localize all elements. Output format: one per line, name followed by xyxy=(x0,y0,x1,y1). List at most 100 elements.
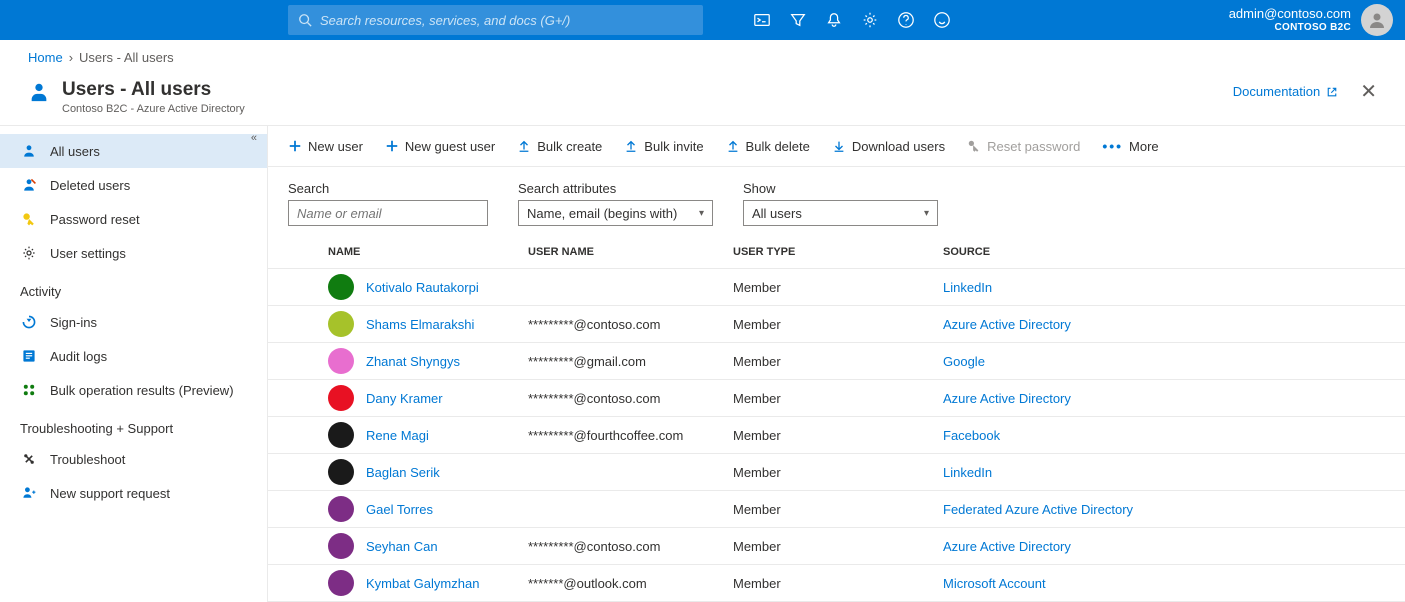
sidebar: « All users Deleted users Password reset… xyxy=(0,126,268,602)
table-row[interactable]: Zhanat Shyngys*********@gmail.comMemberG… xyxy=(268,343,1405,380)
source-link[interactable]: Azure Active Directory xyxy=(943,391,1071,406)
sidebar-item-label: Deleted users xyxy=(50,178,130,193)
account-email: admin@contoso.com xyxy=(1229,6,1351,22)
search-icon xyxy=(298,13,312,27)
search-input[interactable] xyxy=(288,200,488,226)
chevron-right-icon: › xyxy=(69,50,73,65)
user-name-link[interactable]: Rene Magi xyxy=(366,428,429,443)
sidebar-item-label: Sign-ins xyxy=(50,315,97,330)
user-avatar xyxy=(328,274,354,300)
user-name-link[interactable]: Shams Elmarakshi xyxy=(366,317,474,332)
usertype-text: Member xyxy=(733,391,781,406)
troubleshoot-icon xyxy=(21,451,37,467)
table-row[interactable]: Kotivalo Rautakorpi Member LinkedIn xyxy=(268,269,1405,306)
show-select[interactable]: All users ▾ xyxy=(743,200,938,226)
sidebar-item-label: Bulk operation results (Preview) xyxy=(50,383,234,398)
source-link[interactable]: LinkedIn xyxy=(943,280,992,295)
close-blade-button[interactable]: ✕ xyxy=(1360,79,1377,104)
source-link[interactable]: Azure Active Directory xyxy=(943,317,1071,332)
help-icon[interactable] xyxy=(897,11,915,29)
documentation-link[interactable]: Documentation xyxy=(1233,84,1338,99)
user-name-link[interactable]: Seyhan Can xyxy=(366,539,438,554)
sidebar-item-new-support[interactable]: New support request xyxy=(0,476,267,510)
source-link[interactable]: Federated Azure Active Directory xyxy=(943,502,1133,517)
search-attributes-select[interactable]: Name, email (begins with) ▾ xyxy=(518,200,713,226)
sidebar-item-bulk-results[interactable]: Bulk operation results (Preview) xyxy=(0,373,267,407)
sidebar-item-label: Troubleshoot xyxy=(50,452,125,467)
user-name-link[interactable]: Baglan Serik xyxy=(366,465,440,480)
table-row[interactable]: Baglan Serik Member LinkedIn xyxy=(268,454,1405,491)
new-user-button[interactable]: New user xyxy=(288,139,363,154)
more-button[interactable]: ••• More xyxy=(1102,138,1158,154)
username-text: *********@contoso.com xyxy=(528,539,660,554)
command-bar: New user New guest user Bulk create Bulk… xyxy=(268,126,1405,167)
cloud-shell-icon[interactable] xyxy=(753,11,771,29)
table-row[interactable]: Gael TorresMemberFederated Azure Active … xyxy=(268,491,1405,528)
user-name-link[interactable]: Dany Kramer xyxy=(366,391,443,406)
table-row[interactable]: Rene Magi*********@fourthcoffee.comMembe… xyxy=(268,417,1405,454)
col-usertype-header[interactable]: USER TYPE xyxy=(733,246,943,258)
col-source-header[interactable]: SOURCE xyxy=(943,246,1385,258)
upload-icon xyxy=(726,139,740,153)
main-content: New user New guest user Bulk create Bulk… xyxy=(268,126,1405,602)
deleted-user-icon xyxy=(21,177,37,193)
source-link[interactable]: Facebook xyxy=(943,428,1000,443)
filter-icon[interactable] xyxy=(789,11,807,29)
search-placeholder: Search resources, services, and docs (G+… xyxy=(320,13,570,28)
settings-icon[interactable] xyxy=(861,11,879,29)
source-link[interactable]: LinkedIn xyxy=(943,465,992,480)
person-icon xyxy=(1367,10,1387,30)
source-link[interactable]: Google xyxy=(943,354,985,369)
sidebar-item-audit-logs[interactable]: Audit logs xyxy=(0,339,267,373)
bulk-icon xyxy=(21,382,37,398)
user-name-link[interactable]: Kymbat Galymzhan xyxy=(366,576,479,591)
sidebar-item-password-reset[interactable]: Password reset xyxy=(0,202,267,236)
plus-icon xyxy=(385,139,399,153)
sidebar-item-sign-ins[interactable]: Sign-ins xyxy=(0,305,267,339)
sidebar-item-troubleshoot[interactable]: Troubleshoot xyxy=(0,442,267,476)
table-row[interactable]: Kymbat Galymzhan*******@outlook.comMembe… xyxy=(268,565,1405,602)
chevron-down-icon: ▾ xyxy=(924,208,929,219)
user-avatar xyxy=(328,311,354,337)
breadcrumb-home[interactable]: Home xyxy=(28,50,63,65)
global-search[interactable]: Search resources, services, and docs (G+… xyxy=(288,5,703,35)
plus-icon xyxy=(288,139,302,153)
reset-password-button: Reset password xyxy=(967,139,1080,154)
sidebar-item-label: New support request xyxy=(50,486,170,501)
page-subtitle: Contoso B2C - Azure Active Directory xyxy=(62,103,245,115)
bulk-delete-button[interactable]: Bulk delete xyxy=(726,139,810,154)
bulk-create-button[interactable]: Bulk create xyxy=(517,139,602,154)
notifications-icon[interactable] xyxy=(825,11,843,29)
external-link-icon xyxy=(1326,86,1338,98)
sidebar-item-all-users[interactable]: All users xyxy=(0,134,267,168)
bulk-invite-button[interactable]: Bulk invite xyxy=(624,139,703,154)
top-navbar: Search resources, services, and docs (G+… xyxy=(0,0,1405,40)
new-guest-user-button[interactable]: New guest user xyxy=(385,139,495,154)
user-name-link[interactable]: Gael Torres xyxy=(366,502,433,517)
user-name-link[interactable]: Zhanat Shyngys xyxy=(366,354,460,369)
ellipsis-icon: ••• xyxy=(1102,138,1123,154)
breadcrumb: Home › Users - All users xyxy=(0,40,1405,75)
usertype-text: Member xyxy=(733,280,781,295)
source-link[interactable]: Azure Active Directory xyxy=(943,539,1071,554)
col-name-header[interactable]: NAME xyxy=(328,246,528,258)
sidebar-item-user-settings[interactable]: User settings xyxy=(0,236,267,270)
feedback-icon[interactable] xyxy=(933,11,951,29)
account-avatar[interactable] xyxy=(1361,4,1393,36)
download-users-button[interactable]: Download users xyxy=(832,139,945,154)
table-row[interactable]: Seyhan Can*********@contoso.comMemberAzu… xyxy=(268,528,1405,565)
source-link[interactable]: Microsoft Account xyxy=(943,576,1046,591)
sidebar-item-deleted-users[interactable]: Deleted users xyxy=(0,168,267,202)
sidebar-item-label: Password reset xyxy=(50,212,140,227)
collapse-sidebar-button[interactable]: « xyxy=(251,132,257,144)
table-row[interactable]: Dany Kramer*********@contoso.comMemberAz… xyxy=(268,380,1405,417)
sidebar-section-support: Troubleshooting + Support xyxy=(0,407,267,442)
table-row[interactable]: Shams Elmarakshi*********@contoso.comMem… xyxy=(268,306,1405,343)
user-avatar xyxy=(328,422,354,448)
account-info[interactable]: admin@contoso.com CONTOSO B2C xyxy=(1229,6,1351,34)
user-name-link[interactable]: Kotivalo Rautakorpi xyxy=(366,280,479,295)
col-username-header[interactable]: USER NAME xyxy=(528,246,733,258)
user-icon xyxy=(21,143,37,159)
usertype-text: Member xyxy=(733,465,781,480)
user-avatar xyxy=(328,385,354,411)
